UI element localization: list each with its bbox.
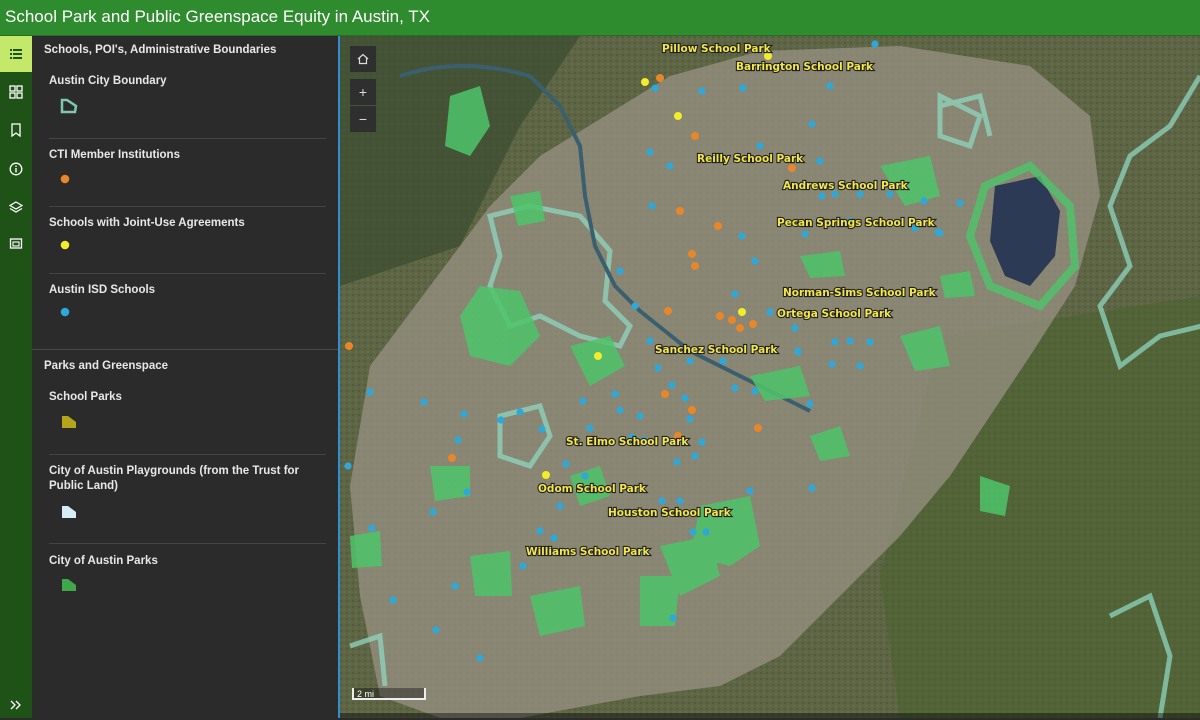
divider: [49, 454, 326, 455]
point-symbol: [60, 174, 70, 184]
legend-layer-label: Austin City Boundary: [49, 75, 167, 87]
zoom-in-button[interactable]: +: [350, 79, 376, 105]
grid-icon: [9, 85, 23, 99]
app-title: School Park and Public Greenspace Equity…: [5, 7, 430, 26]
map-view[interactable]: Pillow School Park Barrington School Par…: [338, 36, 1200, 718]
layers-icon: [9, 201, 23, 213]
polygon-symbol: [62, 506, 76, 518]
bookmark-icon: [11, 123, 21, 137]
divider: [49, 273, 326, 274]
map-label: Pillow School Park: [662, 43, 772, 55]
map-label: Pecan Springs School Park: [777, 217, 936, 229]
map-label: Odom School Park: [538, 483, 647, 495]
map-label: Barrington School Park: [736, 61, 874, 73]
expand-panel-button[interactable]: [0, 690, 32, 720]
polygon-outline-symbol: [60, 98, 78, 114]
map-label: Reilly School Park: [697, 153, 804, 165]
divider: [49, 138, 326, 139]
layers-tab-button[interactable]: [0, 190, 32, 226]
legend-group-title: Parks and Greenspace: [44, 360, 169, 372]
map-label: Sanchez School Park: [655, 344, 778, 356]
polygon-symbol: [62, 416, 76, 428]
legend-layer-label: City of Austin Parks: [49, 555, 158, 567]
polygon-symbol: [62, 579, 76, 591]
group-divider: [32, 349, 338, 350]
legend-layer-label: Schools with Joint-Use Agreements: [49, 217, 245, 229]
legend-layer-label: CTI Member Institutions: [49, 149, 180, 161]
app-header: School Park and Public Greenspace Equity…: [0, 0, 1200, 36]
legend-panel: Schools, POI's, Administrative Boundarie…: [32, 36, 338, 718]
map-label: Williams School Park: [526, 546, 651, 558]
legend-layer-label: School Parks: [49, 391, 122, 403]
home-icon: [357, 53, 369, 65]
home-button[interactable]: [350, 46, 376, 72]
bookmarks-tab-button[interactable]: [0, 112, 32, 148]
legend-layer-label: Austin ISD Schools: [49, 284, 156, 296]
print-tab-button[interactable]: [0, 226, 32, 262]
divider: [49, 543, 326, 544]
print-icon: [9, 238, 23, 249]
legend-layer-label: City of Austin Playgrounds (from the Tru…: [49, 465, 300, 492]
map-label: Houston School Park: [608, 507, 732, 519]
zoom-out-button[interactable]: −: [350, 106, 376, 132]
map-label: Ortega School Park: [777, 308, 892, 320]
divider: [49, 206, 326, 207]
legend-group-title: Schools, POI's, Administrative Boundarie…: [44, 44, 277, 56]
map-label: St. Elmo School Park: [566, 436, 689, 448]
scale-bar: 2 mi: [352, 688, 426, 700]
point-symbol: [60, 240, 70, 250]
side-rail: [0, 36, 32, 718]
about-tab-button[interactable]: [0, 151, 32, 187]
point-symbol: [60, 307, 70, 317]
double-chevron-right-icon: [10, 700, 21, 710]
list-icon: [10, 49, 22, 59]
map-canvas[interactable]: Pillow School Park Barrington School Par…: [340, 36, 1200, 718]
attribution-bar: [340, 713, 1200, 718]
legend-tab-button[interactable]: [0, 36, 32, 72]
map-label: Andrews School Park: [783, 180, 909, 192]
map-label: Norman-Sims School Park: [783, 287, 937, 299]
info-icon: [9, 162, 23, 176]
basemap-tab-button[interactable]: [0, 74, 32, 110]
